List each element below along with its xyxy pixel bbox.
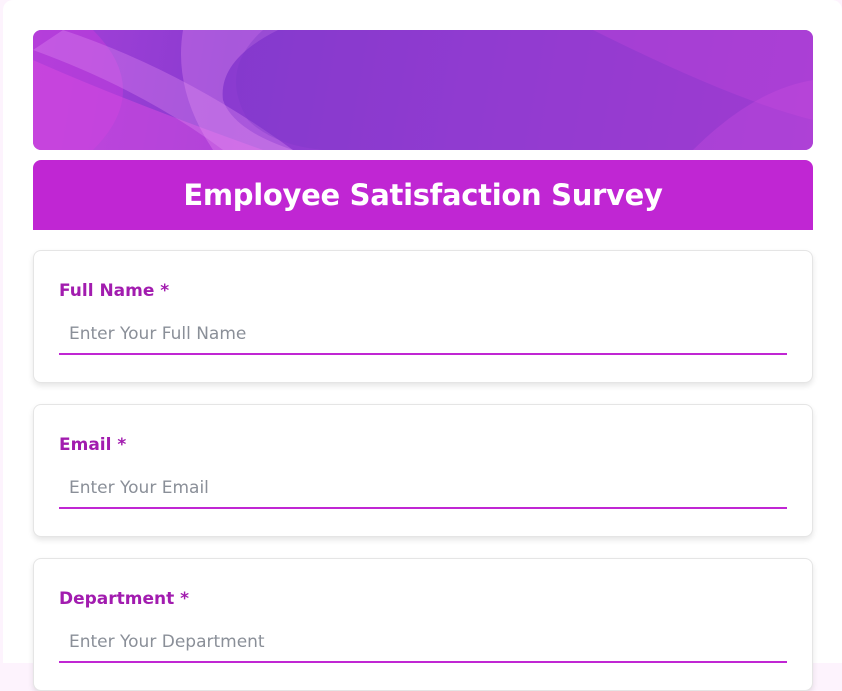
header-banner-image [33, 30, 813, 150]
email-card: Email * [33, 404, 813, 537]
survey-page: Employee Satisfaction Survey Full Name *… [3, 0, 842, 691]
department-card: Department * [33, 558, 813, 691]
department-input[interactable] [59, 623, 787, 663]
full-name-input[interactable] [59, 315, 787, 355]
email-input[interactable] [59, 469, 787, 509]
email-label: Email * [59, 435, 127, 455]
full-name-card: Full Name * [33, 250, 813, 383]
page-title: Employee Satisfaction Survey [183, 178, 663, 212]
full-name-label: Full Name * [59, 281, 170, 301]
title-bar: Employee Satisfaction Survey [33, 160, 813, 230]
department-label: Department * [59, 589, 190, 609]
